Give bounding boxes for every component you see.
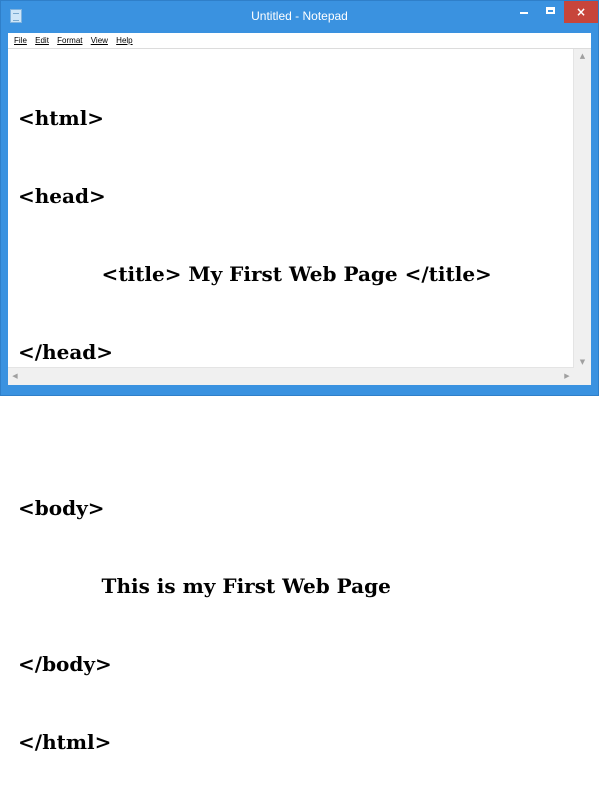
editor-line: </body> bbox=[18, 652, 112, 676]
maximize-button[interactable] bbox=[538, 1, 564, 23]
minimize-button[interactable] bbox=[511, 1, 537, 23]
menu-edit[interactable]: Edit bbox=[35, 33, 49, 48]
close-button[interactable]: × bbox=[564, 1, 598, 23]
editor-line: <head> bbox=[18, 184, 106, 208]
vertical-scrollbar[interactable]: ▲ ▼ bbox=[573, 49, 591, 369]
title-bar[interactable]: Untitled - Notepad × bbox=[1, 1, 598, 33]
text-editor[interactable]: <html> <head> <title> My First Web Page … bbox=[8, 48, 591, 754]
scroll-left-icon[interactable]: ◀ bbox=[8, 368, 22, 385]
editor-line: <body> bbox=[18, 496, 105, 520]
scroll-down-icon[interactable]: ▼ bbox=[574, 355, 591, 369]
window-title: Untitled - Notepad bbox=[251, 9, 348, 23]
editor-line: <html> bbox=[18, 106, 105, 130]
editor-text-area[interactable]: <html> <head> <title> My First Web Page … bbox=[18, 53, 573, 754]
menu-format[interactable]: Format bbox=[57, 33, 82, 48]
editor-line: </html> bbox=[18, 730, 112, 754]
menu-view[interactable]: View bbox=[91, 33, 108, 48]
scroll-up-icon[interactable]: ▲ bbox=[574, 49, 591, 63]
menu-help[interactable]: Help bbox=[116, 33, 132, 48]
editor-line: </head> bbox=[18, 340, 114, 364]
menu-file[interactable]: File bbox=[14, 33, 27, 48]
scrollbar-corner bbox=[574, 368, 591, 385]
notepad-window: Untitled - Notepad × File Edit Format Vi… bbox=[0, 0, 599, 754]
horizontal-scrollbar[interactable]: ◀ ▶ bbox=[8, 367, 574, 385]
editor-line: This is my First Web Page bbox=[18, 574, 391, 598]
editor-line: <title> My First Web Page </title> bbox=[18, 262, 492, 286]
menu-bar: File Edit Format View Help bbox=[8, 33, 591, 48]
scroll-right-icon[interactable]: ▶ bbox=[560, 368, 574, 385]
